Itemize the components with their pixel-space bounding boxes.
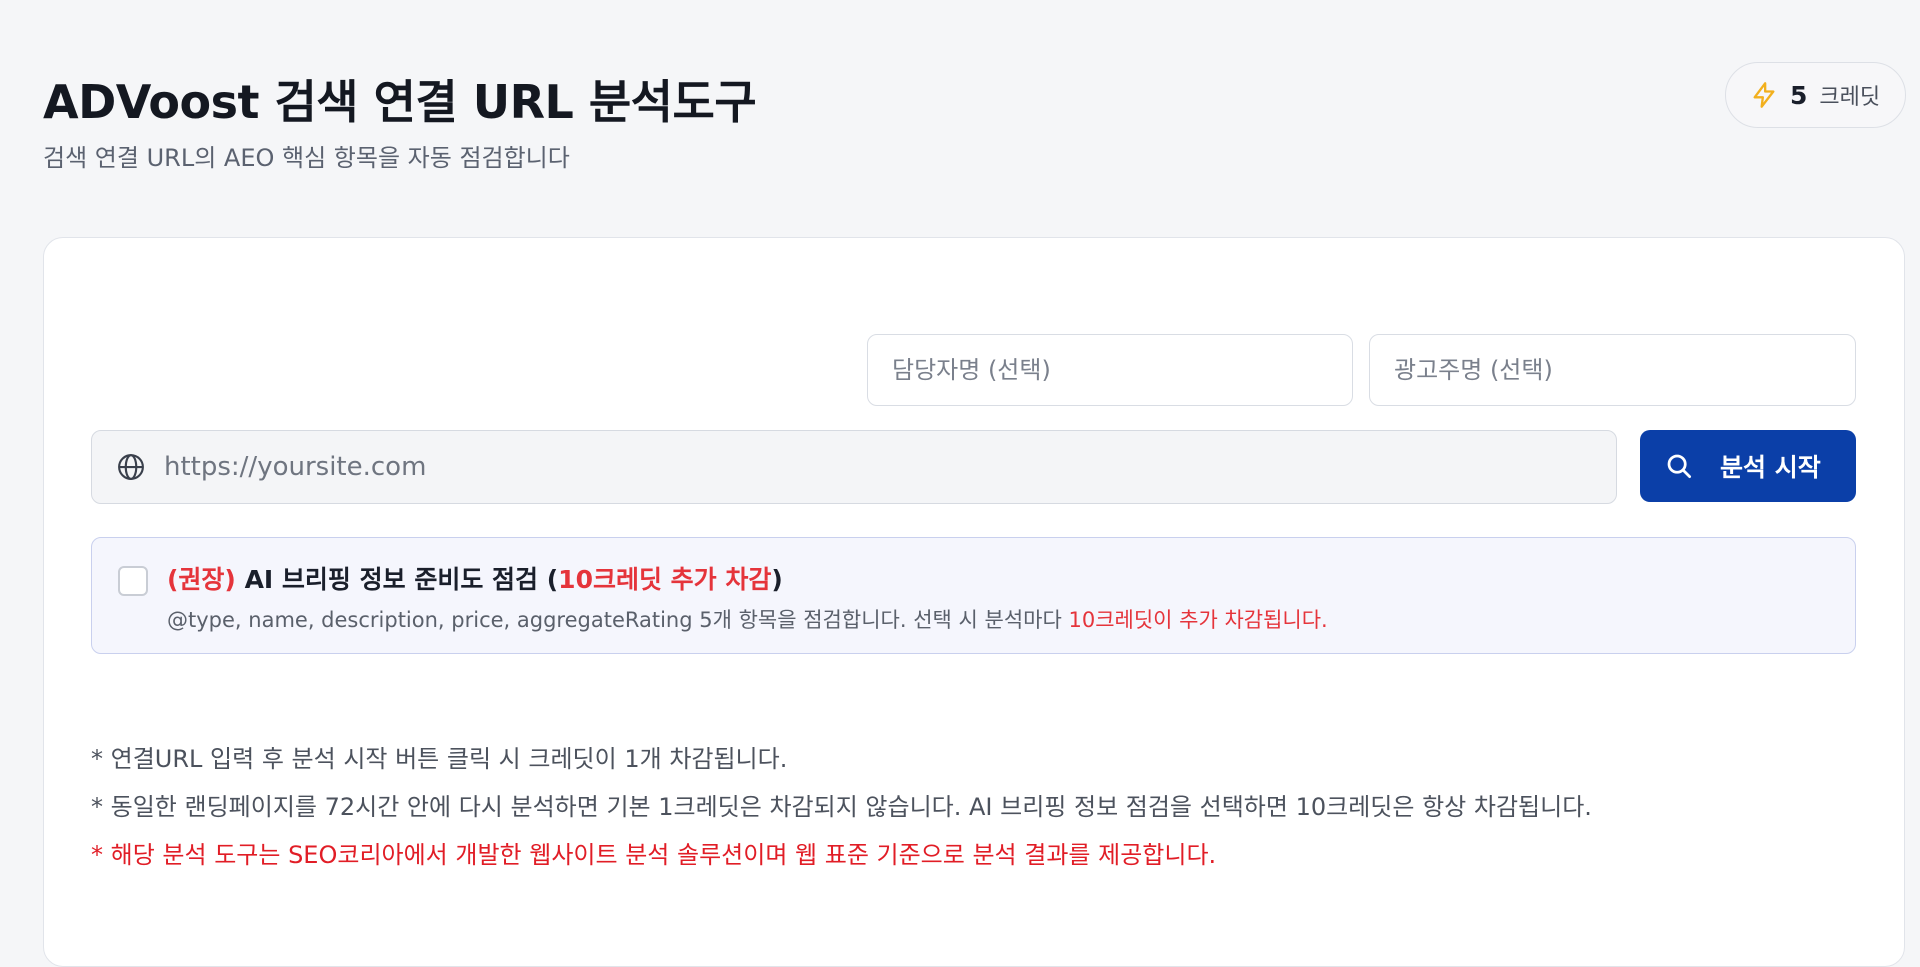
ai-briefing-option[interactable]: (권장) AI 브리핑 정보 준비도 점검 (10크레딧 추가 차감) @typ… — [91, 537, 1856, 654]
analyze-button-label: 분석 시작 — [1720, 453, 1821, 482]
url-input-container — [91, 430, 1617, 504]
ai-briefing-title: (권장) AI 브리핑 정보 준비도 점검 (10크레딧 추가 차감) — [167, 560, 783, 596]
manager-name-input[interactable] — [867, 334, 1353, 406]
analyze-start-button[interactable]: 분석 시작 — [1640, 430, 1856, 502]
advertiser-name-input[interactable] — [1369, 334, 1856, 406]
lightning-bolt-icon — [1750, 81, 1778, 109]
note-72-hour-rule: * 동일한 랜딩페이지를 72시간 안에 다시 분석하면 기본 1크레딧은 차감… — [91, 793, 1592, 821]
page-title: ADVoost 검색 연결 URL 분석도구 — [43, 75, 757, 129]
ai-briefing-title-suffix: ) — [771, 565, 783, 594]
search-icon — [1664, 451, 1694, 481]
ai-briefing-description-highlight: 10크레딧이 추가 차감됩니다. — [1068, 608, 1328, 632]
recommended-tag: (권장) — [167, 565, 236, 594]
usage-notes: * 연결URL 입력 후 분석 시작 버튼 클릭 시 크레딧이 1개 차감됩니다… — [91, 735, 1592, 879]
credit-badge[interactable]: 5 크레딧 — [1725, 62, 1906, 128]
ai-briefing-description: @type, name, description, price, aggrega… — [167, 604, 1328, 634]
page-subtitle: 검색 연결 URL의 AEO 핵심 항목을 자동 점검합니다 — [43, 144, 570, 172]
globe-icon — [116, 452, 146, 482]
url-input[interactable] — [162, 431, 1616, 503]
ai-briefing-title-main: AI 브리핑 정보 준비도 점검 ( — [235, 565, 559, 594]
extra-credit-highlight: 10크레딧 추가 차감 — [558, 565, 772, 594]
credit-unit-label: 크레딧 — [1819, 85, 1881, 110]
ai-briefing-description-text: @type, name, description, price, aggrega… — [167, 608, 1069, 632]
note-credit-deduction: * 연결URL 입력 후 분석 시작 버튼 클릭 시 크레딧이 1개 차감됩니다… — [91, 745, 788, 773]
credit-count: 5 — [1790, 80, 1808, 110]
note-seo-korea-disclaimer: * 해당 분석 도구는 SEO코리아에서 개발한 웹사이트 분석 솔루션이며 웹… — [91, 841, 1217, 869]
ai-briefing-checkbox[interactable] — [118, 566, 148, 596]
